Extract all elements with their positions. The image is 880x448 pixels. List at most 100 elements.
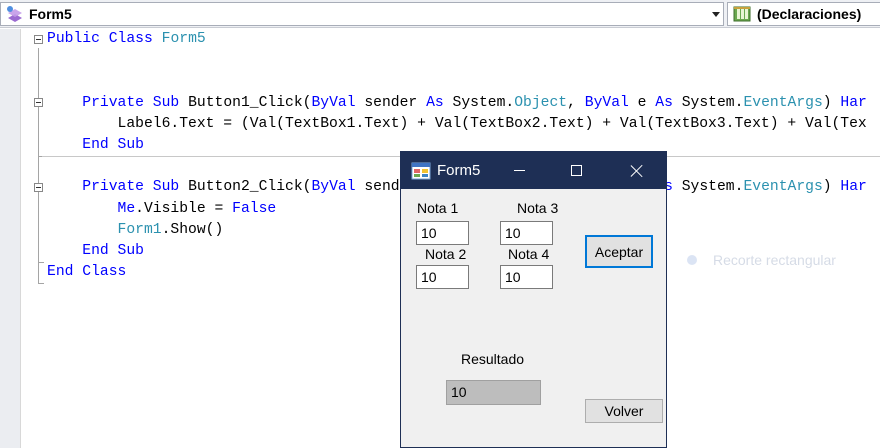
nota-2-input[interactable]: 10 <box>416 265 469 289</box>
code-navigation-bar: Form5 (Declaraciones) <box>0 0 880 28</box>
code-line[interactable]: End Sub <box>47 135 144 156</box>
gutter-divider <box>20 29 21 448</box>
class-name-dropdown-value: Form5 <box>29 6 72 22</box>
outline-guide <box>38 48 39 284</box>
code-token: System. <box>672 179 744 196</box>
member-name-dropdown-value: (Declaraciones) <box>757 6 862 22</box>
collapse-icon[interactable] <box>34 98 43 107</box>
label-nota-4: Nota 4 <box>508 246 550 262</box>
code-token: e <box>628 94 656 111</box>
code-token: Label6.Text = (Val(TextBox1.Text) + Val(… <box>47 115 867 132</box>
code-token: End <box>47 264 74 281</box>
code-token: EventArgs <box>743 179 823 196</box>
code-line[interactable]: End Sub <box>47 241 144 262</box>
code-token: End <box>82 243 109 259</box>
code-token: sender <box>355 94 427 111</box>
code-token: False <box>232 200 277 217</box>
form-window-icon <box>411 162 431 180</box>
code-token: ByVal <box>584 94 629 111</box>
declarations-icon <box>733 6 751 22</box>
window-title-bar[interactable]: Form5 <box>401 152 666 189</box>
label-nota-1: Nota 1 <box>417 200 459 216</box>
code-token: ) <box>822 94 841 111</box>
code-token: , <box>567 94 585 111</box>
code-token: Class <box>82 264 127 281</box>
volver-button[interactable]: Volver <box>585 399 663 423</box>
class-name-dropdown[interactable]: Form5 <box>0 2 724 26</box>
code-token: ) <box>822 179 841 196</box>
code-token: EventArgs <box>743 94 823 111</box>
label-nota-3: Nota 3 <box>517 200 559 216</box>
snipping-hint: Recorte rectangular <box>683 248 880 272</box>
aceptar-button[interactable]: Aceptar <box>585 235 653 268</box>
minimize-button[interactable] <box>496 152 542 189</box>
outline-guide <box>38 262 44 263</box>
result-value: 10 <box>446 380 541 405</box>
nota-3-input[interactable]: 10 <box>500 221 553 245</box>
code-token: Har <box>840 94 867 111</box>
code-token: Object <box>514 94 568 111</box>
code-token: Me <box>117 200 136 217</box>
form5-window: Form5 Nota 1 Nota 3 10 10 Nota 2 Nota 4 … <box>400 151 667 448</box>
close-icon <box>630 164 644 178</box>
code-token: Private <box>82 179 144 196</box>
maximize-icon <box>570 165 582 176</box>
code-token: Form5 <box>161 31 206 47</box>
code-token: As <box>655 94 673 111</box>
code-token: Sub <box>152 179 180 196</box>
code-token: As <box>426 94 444 111</box>
radio-dot-icon <box>687 255 697 265</box>
window-title: Form5 <box>437 162 481 179</box>
snipping-hint-text: Recorte rectangular <box>713 252 836 268</box>
code-line[interactable]: Private Sub Button1_Click(ByVal sender A… <box>47 93 867 114</box>
nota-4-input[interactable]: 10 <box>500 265 553 289</box>
code-token: Class <box>108 31 153 47</box>
code-line[interactable]: Label6.Text = (Val(TextBox1.Text) + Val(… <box>47 114 867 135</box>
minimize-icon <box>513 170 525 171</box>
collapse-icon[interactable] <box>34 35 43 44</box>
code-token: .Visible = <box>135 200 233 217</box>
code-token: Button1_Click( <box>179 94 312 111</box>
code-line[interactable]: Public Class Form5 <box>47 29 206 50</box>
code-token: System. <box>672 94 744 111</box>
label-nota-2: Nota 2 <box>425 246 467 262</box>
code-token: Private <box>82 94 144 111</box>
editor-gutter <box>0 29 20 448</box>
code-token: Form1 <box>117 221 162 238</box>
collapse-icon[interactable] <box>34 183 43 192</box>
code-token: Public <box>47 31 100 47</box>
member-name-dropdown[interactable]: (Declaraciones) <box>727 2 880 26</box>
code-token: Sub <box>117 243 144 259</box>
label-resultado: Resultado <box>461 351 525 367</box>
code-token: ByVal <box>311 94 356 111</box>
outline-guide <box>38 283 44 284</box>
code-token: ByVal <box>311 179 356 196</box>
code-token: Sub <box>117 137 144 153</box>
code-token: System. <box>443 94 515 111</box>
code-line[interactable]: Me.Visible = False <box>47 199 277 220</box>
nota-1-input[interactable]: 10 <box>416 221 469 245</box>
chevron-down-icon[interactable] <box>712 12 720 17</box>
vb-class-icon <box>7 6 22 22</box>
code-token: Button2_Click( <box>179 179 312 196</box>
maximize-button[interactable] <box>553 152 599 189</box>
code-token: Sub <box>152 94 180 111</box>
code-token: End <box>82 137 109 153</box>
code-token: .Show() <box>161 221 224 238</box>
code-line[interactable]: Form1.Show() <box>47 220 224 241</box>
close-button[interactable] <box>614 152 660 189</box>
code-token: Har <box>840 179 867 196</box>
code-line[interactable]: End Class <box>47 262 126 283</box>
